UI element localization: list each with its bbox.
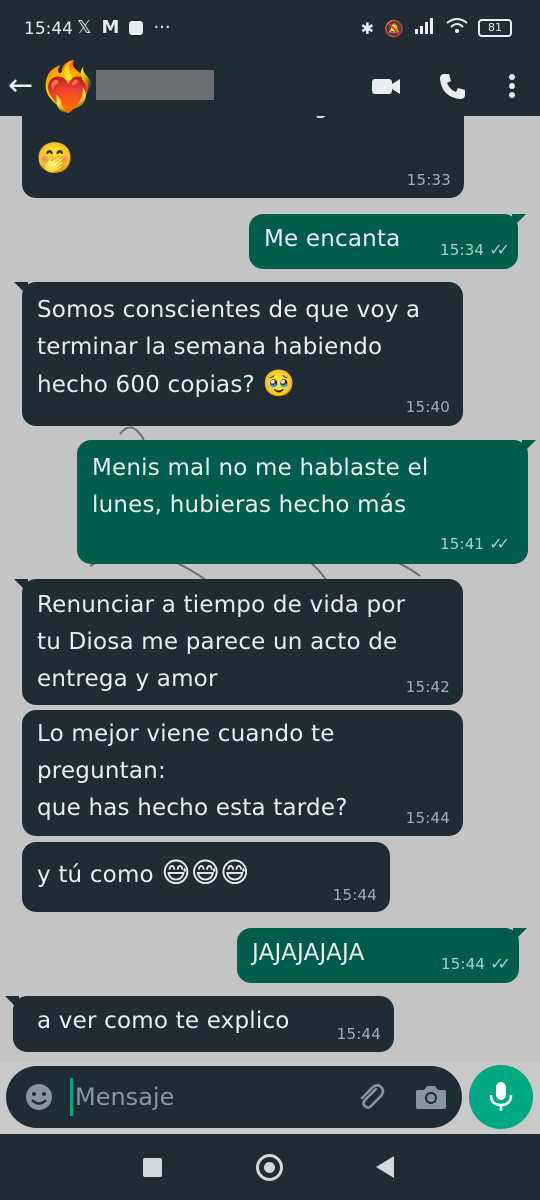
contact-name[interactable]	[96, 70, 214, 100]
message-text: a ver como te explico	[37, 1008, 290, 1034]
microphone-button[interactable]	[469, 1065, 533, 1129]
message-bubble-incoming[interactable]: Somos conscientes de que voy a terminar …	[14, 282, 463, 426]
message-text: Me encanta	[264, 226, 401, 252]
message-bubble-incoming[interactable]: y tú como 😅😅😅 15:44	[22, 842, 390, 912]
gmail-icon: M	[101, 17, 120, 38]
home-icon[interactable]	[256, 1154, 283, 1181]
message-text: ha tenido suerte esa le gusta	[37, 116, 379, 125]
message-text: y tú como 😅😅😅	[37, 856, 250, 889]
message-text: Somos conscientes de que voy a terminar …	[37, 297, 421, 399]
message-time: 15:44	[440, 955, 486, 973]
recent-apps-icon[interactable]	[143, 1158, 162, 1177]
signal-icon	[414, 18, 436, 38]
message-bubble-outgoing[interactable]: JAJAJAJAJA 15:44 ✓✓	[237, 928, 527, 983]
phone-icon[interactable]	[436, 70, 468, 102]
status-time: 15:44	[24, 19, 73, 39]
camera-icon[interactable]	[414, 1081, 448, 1113]
message-time: 15:44	[332, 886, 377, 904]
status-bar: 15:44 𝕏 M ··· ✱ 🔕 81	[0, 0, 540, 56]
message-time: 15:42	[405, 678, 450, 696]
double-check-icon: ✓✓	[489, 534, 510, 553]
message-text: Renunciar a tiempo de vida por tu Diosa …	[37, 592, 406, 692]
nav-back-icon[interactable]	[376, 1156, 394, 1178]
chat-header: ← ❤️‍🔥	[0, 56, 540, 116]
message-bubble-outgoing[interactable]: Menis mal no me hablaste el lunes, hubie…	[77, 440, 536, 564]
message-text: JAJAJAJAJA	[252, 940, 365, 966]
message-bubble-incoming[interactable]: Renunciar a tiempo de vida por tu Diosa …	[14, 579, 463, 705]
face-with-hand-over-mouth-icon: 🤭	[36, 141, 74, 176]
wifi-icon	[446, 18, 468, 38]
system-nav-bar	[0, 1134, 540, 1200]
back-arrow-icon[interactable]: ←	[8, 68, 38, 104]
x-icon: 𝕏	[77, 17, 92, 38]
message-text: Menis mal no me hablaste el lunes, hubie…	[92, 455, 429, 518]
chat-area[interactable]: ha tenido suerte esa le gusta 🤭 15:33 Me…	[0, 116, 540, 1062]
double-check-icon: ✓✓	[489, 240, 510, 259]
message-time: 15:34	[439, 241, 485, 259]
grinning-sweat-icon: 😅😅😅	[161, 856, 250, 889]
avatar[interactable]: ❤️‍🔥	[38, 58, 98, 116]
message-input[interactable]	[70, 1078, 340, 1116]
message-composer	[6, 1066, 462, 1128]
battery-icon: 81	[478, 19, 512, 37]
message-bubble-incoming[interactable]: a ver como te explico 15:44	[5, 996, 394, 1052]
message-bubble-outgoing[interactable]: Me encanta 15:34 ✓✓	[249, 214, 526, 269]
emoji-icon[interactable]	[24, 1082, 54, 1112]
attach-clip-icon[interactable]	[354, 1080, 388, 1114]
face-holding-back-tears-icon: 🥹	[262, 369, 296, 399]
message-time: 15:44	[336, 1025, 381, 1043]
message-time: 15:33	[406, 171, 451, 189]
message-time: 15:40	[405, 398, 450, 416]
message-bubble-incoming[interactable]: Lo mejor viene cuando te preguntan: que …	[22, 710, 463, 836]
message-time: 15:41	[439, 535, 485, 553]
double-check-icon: ✓✓	[490, 954, 511, 973]
video-call-icon[interactable]	[370, 70, 402, 102]
more-dots-icon: ···	[153, 17, 171, 38]
notification-square-icon	[129, 20, 144, 35]
menu-icon[interactable]	[498, 70, 530, 102]
message-time: 15:44	[405, 809, 450, 827]
message-text: Lo mejor viene cuando te preguntan: que …	[37, 721, 348, 821]
mute-icon: 🔕	[384, 18, 404, 38]
bluetooth-icon: ✱	[360, 18, 375, 38]
microphone-icon	[489, 1082, 513, 1111]
message-bubble-incoming[interactable]: ha tenido suerte esa le gusta 🤭 15:33	[22, 116, 464, 198]
